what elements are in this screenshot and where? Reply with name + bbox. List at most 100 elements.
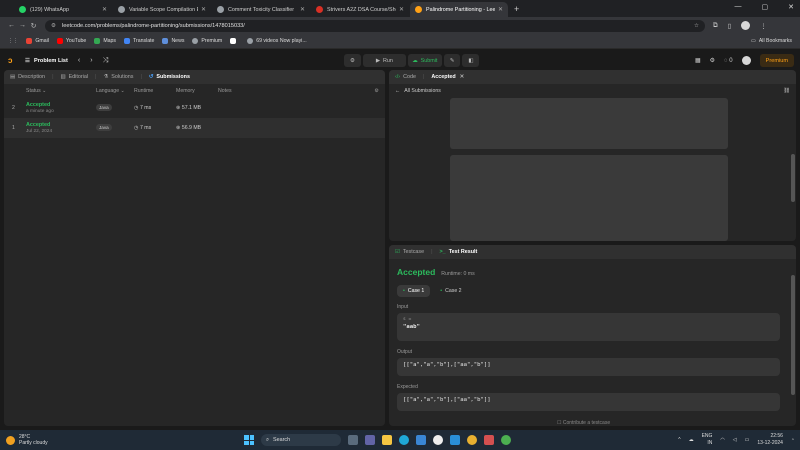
status-text[interactable]: Accepted (26, 102, 96, 108)
all-submissions-link[interactable]: ← All Submissions ⛓ (389, 84, 796, 98)
user-avatar[interactable] (741, 56, 751, 65)
tab-solutions[interactable]: ⚗ Solutions (103, 74, 133, 80)
prev-problem-icon[interactable]: ‹ (78, 57, 80, 64)
leetcode-logo-icon[interactable]: ↄ (8, 56, 17, 65)
debug-button[interactable]: ⚙ (344, 54, 361, 67)
github-icon[interactable] (433, 435, 443, 445)
cloud-icon[interactable]: ☁ (689, 437, 694, 443)
bookmark-translate[interactable]: Translate (124, 38, 154, 44)
app-icon[interactable] (484, 435, 494, 445)
browser-tab[interactable]: (129) WhatsApp ✕ (14, 2, 112, 17)
weather-widget[interactable]: 28°C Partly cloudy (6, 434, 48, 446)
bookmark-q[interactable] (230, 38, 239, 44)
tab-accepted[interactable]: Accepted ✕ (431, 74, 464, 80)
streak-count: 0 (729, 57, 733, 64)
tab-submissions[interactable]: ↺ Submissions (149, 74, 190, 80)
bookmark-star-icon[interactable]: ☆ (694, 23, 699, 29)
teams-icon[interactable] (365, 435, 375, 445)
tab-code[interactable]: ‹/› Code (395, 74, 416, 80)
streak-counter[interactable]: ◌ 0 (724, 58, 733, 64)
link-icon[interactable]: ⛓ (783, 88, 790, 94)
chrome-icon[interactable] (467, 435, 477, 445)
new-tab-button[interactable]: + (514, 2, 519, 17)
task-view-icon[interactable] (348, 435, 358, 445)
close-tab-icon[interactable]: ✕ (102, 6, 107, 13)
tab-testcase[interactable]: ☑ Testcase (395, 249, 424, 255)
file-explorer-icon[interactable] (382, 435, 392, 445)
edge-icon[interactable] (399, 435, 409, 445)
menu-icon[interactable]: ⋮ (760, 22, 767, 30)
all-bookmarks[interactable]: ▭ All Bookmarks (751, 38, 792, 44)
output-label: Output (397, 349, 413, 355)
tab-editorial[interactable]: ▥ Editorial (60, 74, 88, 80)
tray-chevron-icon[interactable]: ^ (678, 437, 680, 443)
sidepanel-icon[interactable]: ▯ (728, 22, 732, 30)
url-bar[interactable]: ⚙ leetcode.com/problems/palindrome-parti… (45, 19, 705, 32)
forward-icon[interactable]: → (17, 22, 28, 29)
browser-tab-active[interactable]: Palindrome Partitioning - Leet... ✕ (410, 2, 508, 17)
contribute-testcase-link[interactable]: ☐ Contribute a testcase (557, 420, 610, 426)
problem-list-button[interactable]: ☰ Problem List (25, 58, 68, 64)
memory-value: 57.1 MB (181, 105, 202, 111)
bookmark-news[interactable]: News (162, 38, 184, 44)
tab-description[interactable]: ▤ Description (10, 74, 45, 80)
chrome-active-icon[interactable] (501, 435, 511, 445)
submission-row[interactable]: 1 Accepted Jul 22, 2024 Java ◷ 7 ms ⊛ 56.… (4, 118, 385, 138)
submission-row[interactable]: 2 Accepted a minute ago Java ◷ 7 ms ⊛ 57.… (4, 98, 385, 118)
status-text[interactable]: Accepted (26, 122, 96, 128)
bookmark-premium[interactable]: Premium (192, 38, 222, 44)
close-tab-icon[interactable]: ✕ (399, 6, 404, 13)
language-column-header[interactable]: Language ⌄ (96, 88, 134, 94)
close-tab-icon[interactable]: ✕ (201, 6, 206, 13)
speaker-icon[interactable]: ◁ (733, 437, 737, 443)
close-tab-icon[interactable]: ✕ (460, 74, 465, 80)
vscode-icon[interactable] (450, 435, 460, 445)
browser-tab[interactable]: Comment Toxicity Classifier ✕ (212, 2, 310, 17)
minimize-icon[interactable]: — (735, 3, 742, 11)
status-column-header[interactable]: Status ⌄ (26, 88, 96, 94)
site-info-icon[interactable]: ⚙ (51, 23, 56, 29)
shuffle-icon[interactable]: ⤨ (103, 57, 109, 65)
bookmark-playlist[interactable]: 69 videos Now playi... (247, 38, 307, 44)
scrollbar[interactable] (791, 275, 795, 395)
test-result-panel: ☑ Testcase | >_ Test Result Accepted Runti… (389, 245, 796, 426)
next-problem-icon[interactable]: › (90, 57, 92, 64)
close-tab-icon[interactable]: ✕ (300, 6, 305, 13)
store-icon[interactable] (416, 435, 426, 445)
profile-avatar[interactable] (741, 21, 751, 30)
apps-icon[interactable]: ⋮⋮ (8, 38, 18, 44)
run-button[interactable]: ▶ Run (362, 54, 406, 67)
case-1-tab[interactable]: • Case 1 (397, 285, 431, 297)
language-indicator[interactable]: ENG IN (702, 433, 713, 447)
premium-button[interactable]: Premium (759, 54, 794, 67)
maximize-icon[interactable]: ▢ (762, 3, 769, 11)
windows-start-icon[interactable] (244, 435, 254, 445)
browser-tab[interactable]: Variable Scope Compilation Er...✕ (113, 2, 211, 17)
chat-button[interactable]: ◧ (462, 54, 480, 67)
bookmark-youtube[interactable]: YouTube (56, 38, 86, 44)
tab-test-result[interactable]: >_ Test Result (440, 249, 478, 255)
input-box: s = "aab" (397, 313, 780, 341)
language-badge: Java (96, 124, 112, 131)
window-controls: — ▢ ✕ (735, 3, 795, 11)
clock[interactable]: 22:56 13-12-2024 (757, 433, 783, 447)
scrollbar[interactable] (791, 154, 795, 202)
back-icon[interactable]: ← (6, 22, 17, 29)
bookmark-maps[interactable]: Maps (94, 38, 116, 44)
layout-icon[interactable]: ▦ (695, 57, 701, 64)
browser-tab[interactable]: Strivers A2Z DSA Course/Sheet ✕ (311, 2, 409, 17)
extensions-icon[interactable]: ⧉ (713, 22, 718, 30)
notification-icon[interactable]: ◔ (791, 437, 794, 443)
wifi-icon[interactable]: ◠ (720, 437, 724, 443)
filter-settings-icon[interactable]: ⚙ (374, 88, 379, 94)
reload-icon[interactable]: ↻ (28, 22, 39, 30)
taskbar-search[interactable]: ⌕ Search (261, 434, 341, 446)
settings-icon[interactable]: ⚙ (710, 57, 715, 64)
submit-button[interactable]: ☁ Submit (407, 54, 442, 67)
close-window-icon[interactable]: ✕ (788, 3, 794, 11)
battery-icon[interactable]: ▭ (745, 437, 750, 443)
close-tab-icon[interactable]: ✕ (498, 6, 503, 13)
bookmark-gmail[interactable]: Gmail (26, 38, 49, 44)
notes-button[interactable]: ✎ (443, 54, 461, 67)
case-2-tab[interactable]: • Case 2 (434, 285, 467, 297)
